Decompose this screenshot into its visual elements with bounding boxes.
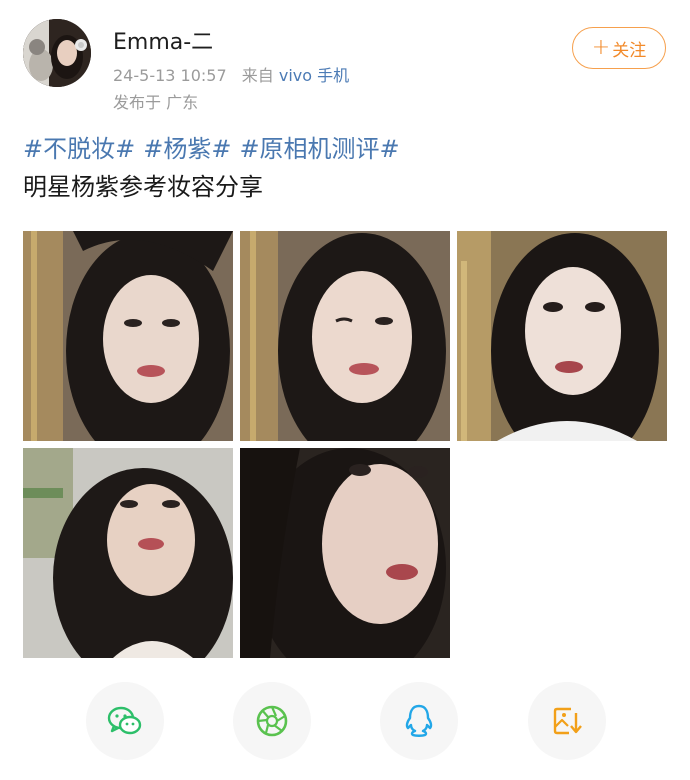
post-time: 24-5-13 10:57	[113, 66, 227, 85]
hashtag-link[interactable]: #不脱妆#	[23, 135, 135, 163]
plus-icon: +	[591, 35, 611, 60]
share-moments-button[interactable]	[233, 682, 311, 760]
weibo-post: Emma-二 24-5-13 10:57 来自 vivo 手机 发布于 广东 +…	[0, 0, 690, 780]
qq-icon	[405, 704, 433, 737]
post-photo-3[interactable]	[457, 231, 667, 441]
post-text: 明星杨紫参考妆容分享	[23, 173, 263, 201]
wechat-icon	[107, 706, 142, 735]
post-photo-1[interactable]	[23, 231, 233, 441]
post-photo-5[interactable]	[240, 448, 450, 658]
save-image-icon	[553, 707, 582, 735]
hashtag-link[interactable]: #杨紫#	[143, 135, 231, 163]
post-location: 发布于 广东	[113, 93, 199, 112]
bottom-divider	[0, 770, 690, 780]
post-meta: 24-5-13 10:57 来自 vivo 手机	[113, 66, 349, 86]
source-device-link[interactable]: vivo 手机	[279, 66, 349, 85]
follow-button[interactable]: + 关注	[572, 27, 666, 69]
moments-icon	[256, 705, 288, 737]
share-wechat-button[interactable]	[86, 682, 164, 760]
post-photo-2[interactable]	[240, 231, 450, 441]
source-prefix: 来自	[241, 66, 274, 85]
username[interactable]: Emma-二	[113, 29, 213, 57]
save-image-button[interactable]	[528, 682, 606, 760]
share-qq-button[interactable]	[380, 682, 458, 760]
post-photo-4[interactable]	[23, 448, 233, 658]
hashtag-row: #不脱妆# #杨紫# #原相机测评#	[23, 133, 408, 165]
avatar-photo	[23, 19, 91, 87]
hashtag-link[interactable]: #原相机测评#	[239, 135, 399, 163]
follow-label: 关注	[612, 40, 647, 61]
avatar[interactable]	[23, 19, 91, 87]
